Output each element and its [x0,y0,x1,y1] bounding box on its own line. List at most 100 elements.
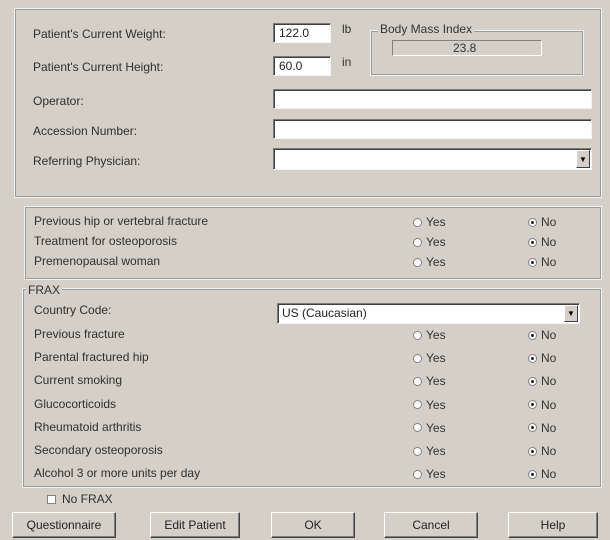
radio-indicator [528,257,537,267]
risk-item-label: Treatment for osteoporosis [34,234,177,248]
radio-indicator [413,330,422,340]
radio-label: No [541,397,557,412]
frax-no-radio[interactable]: No [528,328,556,342]
frax-item-label: Rheumatoid arthritis [34,419,142,434]
weight-value: 122.0 [279,26,310,40]
risk-item-label: Previous hip or vertebral fracture [34,214,209,228]
frax-no-radio[interactable]: No [528,351,556,365]
country-code-value: US (Caucasian) [282,306,367,320]
height-unit: in [342,55,352,69]
frax-item-label: Alcohol 3 or more units per day [34,466,201,481]
frax-item-label: Previous fracture [34,327,125,341]
frax-yes-radio[interactable]: Yes [413,421,446,435]
radio-label: No [541,235,557,249]
radio-indicator [413,376,422,386]
radio-indicator [528,330,537,340]
radio-indicator [413,469,422,479]
frax-no-radio[interactable]: No [528,444,556,458]
risk-yes-radio[interactable]: Yes [413,215,446,229]
frax-no-radio[interactable]: No [528,374,556,388]
radio-label: No [541,444,557,458]
ok-button[interactable]: OK [271,512,355,538]
physician-label: Referring Physician: [33,154,141,168]
frax-yes-radio[interactable]: Yes [413,444,446,458]
frax-item-label: Current smoking [34,373,123,388]
frax-no-radio[interactable]: No [528,467,556,481]
radio-label: No [541,374,557,389]
radio-label: Yes [426,444,446,458]
radio-indicator [528,400,537,410]
radio-label: No [541,420,557,435]
accession-label: Accession Number: [33,124,138,138]
radio-indicator [413,423,422,433]
risk-no-radio[interactable]: No [528,215,556,229]
radio-label: Yes [426,215,446,229]
radio-label: No [541,255,557,269]
edit-patient-button[interactable]: Edit Patient [150,512,240,538]
bmi-display: 23.8 [392,40,542,56]
operator-field[interactable] [273,89,592,109]
radio-label: Yes [426,328,446,342]
risk-yes-radio[interactable]: Yes [413,235,446,249]
radio-label: No [541,328,557,342]
cancel-button[interactable]: Cancel [384,512,478,538]
operator-label: Operator: [33,94,84,108]
radio-label: Yes [426,397,446,412]
physician-combo[interactable]: ▼ [273,148,592,170]
no-frax-checkbox[interactable] [47,495,56,504]
radio-label: Yes [426,420,446,435]
accession-field[interactable] [273,119,592,139]
radio-label: Yes [426,235,446,249]
risk-yes-radio[interactable]: Yes [413,255,446,269]
frax-yes-radio[interactable]: Yes [413,374,446,388]
radio-indicator [528,423,537,433]
no-frax-label: No FRAX [62,492,113,506]
frax-yes-radio[interactable]: Yes [413,398,446,412]
radio-indicator [413,217,422,227]
questionnaire-button[interactable]: Questionnaire [12,512,116,538]
frax-yes-radio[interactable]: Yes [413,328,446,342]
risk-item-label: Premenopausal woman [34,254,161,268]
frax-item-label: Glucocorticoids [34,396,117,411]
radio-indicator [413,400,422,410]
radio-indicator [528,469,537,479]
height-field[interactable]: 60.0 [273,56,331,76]
height-label: Patient's Current Height: [33,60,164,74]
weight-unit: lb [342,22,352,36]
frax-no-radio[interactable]: No [528,398,556,412]
risk-no-radio[interactable]: No [528,255,556,269]
radio-label: No [541,215,557,229]
frax-yes-radio[interactable]: Yes [413,351,446,365]
weight-field[interactable]: 122.0 [273,23,331,43]
radio-label: No [541,351,557,366]
country-code-combo[interactable]: US (Caucasian) ▼ [277,303,580,324]
radio-label: Yes [426,351,446,366]
radio-indicator [528,237,537,247]
frax-item-label: Parental fractured hip [34,350,149,365]
radio-indicator [413,257,422,267]
bmi-value: 23.8 [453,41,477,55]
frax-yes-radio[interactable]: Yes [413,467,446,481]
height-value: 60.0 [279,59,303,73]
bmi-title: Body Mass Index [378,22,475,36]
country-dropdown-icon[interactable]: ▼ [564,305,578,322]
radio-indicator [528,446,537,456]
frax-no-radio[interactable]: No [528,421,556,435]
radio-indicator [413,446,422,456]
radio-indicator [528,376,537,386]
weight-label: Patient's Current Weight: [33,27,166,41]
country-code-label: Country Code: [34,303,112,317]
radio-indicator [528,217,537,227]
frax-item-label: Secondary osteoporosis [34,443,163,457]
help-button[interactable]: Help [508,512,598,538]
physician-dropdown-icon[interactable]: ▼ [576,150,590,168]
risk-no-radio[interactable]: No [528,235,556,249]
frax-title: FRAX [26,283,63,297]
radio-label: Yes [426,255,446,269]
radio-label: No [541,467,557,482]
radio-indicator [528,353,537,363]
radio-indicator [413,237,422,247]
radio-label: Yes [426,467,446,482]
radio-indicator [413,353,422,363]
radio-label: Yes [426,374,446,389]
